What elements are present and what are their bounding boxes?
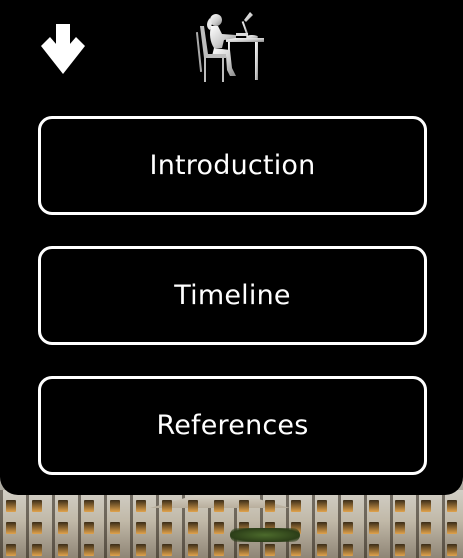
building-greenery	[230, 528, 300, 542]
navigation-menu-panel: Introduction Timeline References	[0, 0, 463, 495]
menu-item-label: Timeline	[174, 280, 291, 311]
menu-item-introduction[interactable]: Introduction	[38, 116, 427, 215]
windows-row-lower	[6, 544, 457, 556]
logo	[192, 4, 268, 84]
arrow-down-icon	[41, 24, 85, 74]
menu-item-label: Introduction	[149, 150, 316, 181]
person-at-desk-icon	[195, 12, 264, 82]
windows-row-upper	[6, 500, 457, 512]
menu-item-label: References	[156, 410, 309, 441]
menu-item-references[interactable]: References	[38, 376, 427, 475]
collapse-menu-button[interactable]	[37, 22, 89, 78]
menu-item-timeline[interactable]: Timeline	[38, 246, 427, 345]
